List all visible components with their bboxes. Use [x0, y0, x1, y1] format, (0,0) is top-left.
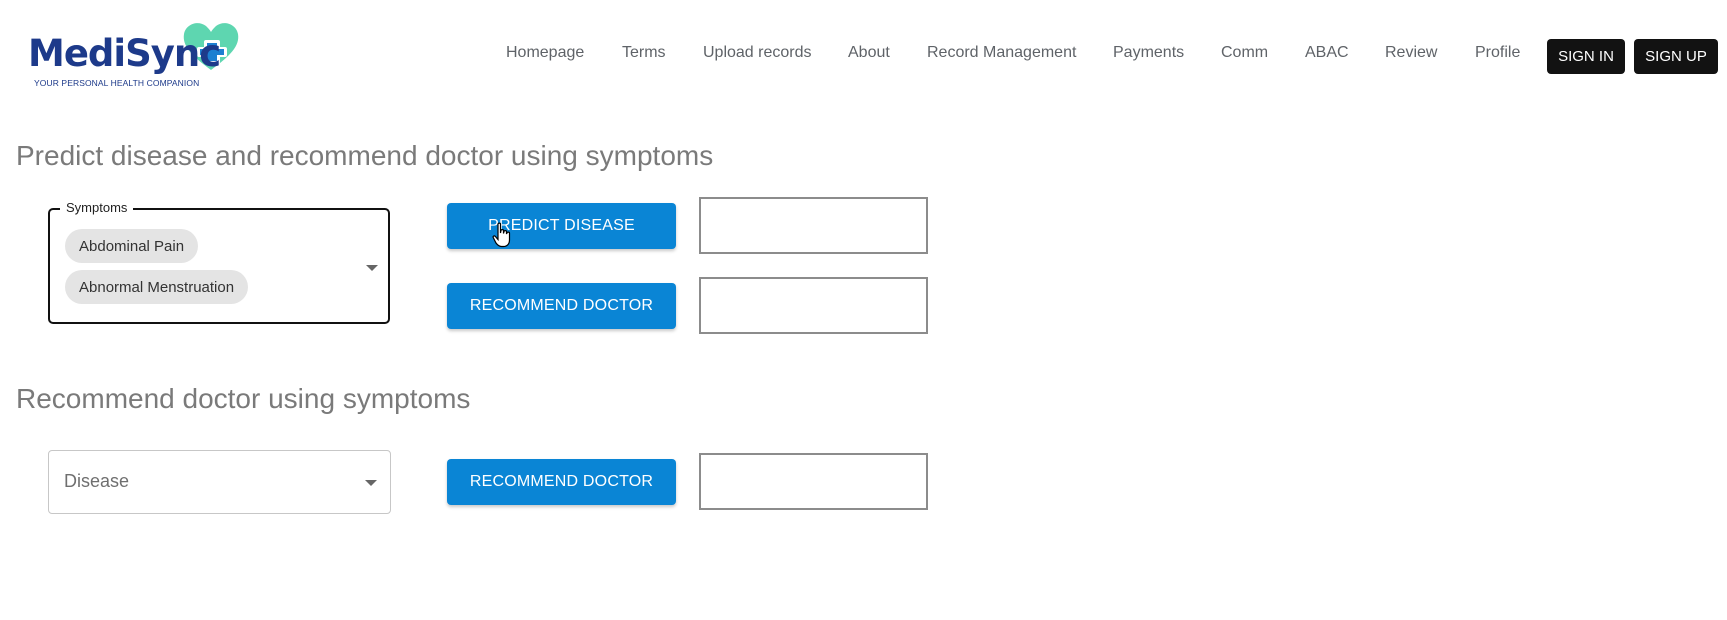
nav-terms[interactable]: Terms: [622, 44, 666, 62]
top-nav: Homepage Terms Upload records About Reco…: [0, 44, 1727, 68]
symptoms-select[interactable]: Symptoms Abdominal Pain Abnormal Menstru…: [48, 200, 390, 324]
predict-section-title: Predict disease and recommend doctor usi…: [16, 140, 714, 171]
nav-profile[interactable]: Profile: [1475, 44, 1520, 62]
symptom-chip[interactable]: Abdominal Pain: [65, 229, 199, 263]
chevron-down-icon[interactable]: [365, 480, 377, 486]
disease-select[interactable]: Disease: [48, 450, 391, 514]
hand-cursor-icon: [492, 222, 511, 248]
sign-up-button[interactable]: SIGN UP: [1634, 39, 1718, 74]
recommend-result-box-2: [699, 453, 928, 510]
symptoms-label: Symptoms: [60, 200, 134, 215]
nav-homepage[interactable]: Homepage: [506, 44, 584, 62]
disease-placeholder: Disease: [64, 471, 130, 491]
recommend-doctor-button-2[interactable]: RECOMMEND DOCTOR: [447, 459, 676, 505]
nav-comm[interactable]: Comm: [1221, 44, 1268, 62]
recommend-result-box: [699, 277, 928, 334]
recommend-section-title: Recommend doctor using symptoms: [16, 383, 471, 414]
nav-record-management[interactable]: Record Management: [927, 44, 1076, 62]
nav-about[interactable]: About: [848, 44, 890, 62]
brand-tagline: YOUR PERSONAL HEALTH COMPANION: [34, 78, 200, 88]
predict-disease-button[interactable]: PREDICT DISEASE: [447, 203, 676, 249]
chevron-down-icon[interactable]: [366, 265, 378, 271]
predict-result-box: [699, 197, 928, 254]
nav-upload-records[interactable]: Upload records: [703, 44, 812, 62]
nav-payments[interactable]: Payments: [1113, 44, 1184, 62]
nav-review[interactable]: Review: [1385, 44, 1437, 62]
symptom-chip[interactable]: Abnormal Menstruation: [65, 270, 249, 304]
sign-in-button[interactable]: SIGN IN: [1547, 39, 1625, 74]
nav-abac[interactable]: ABAC: [1305, 44, 1349, 62]
recommend-doctor-button[interactable]: RECOMMEND DOCTOR: [447, 283, 676, 329]
